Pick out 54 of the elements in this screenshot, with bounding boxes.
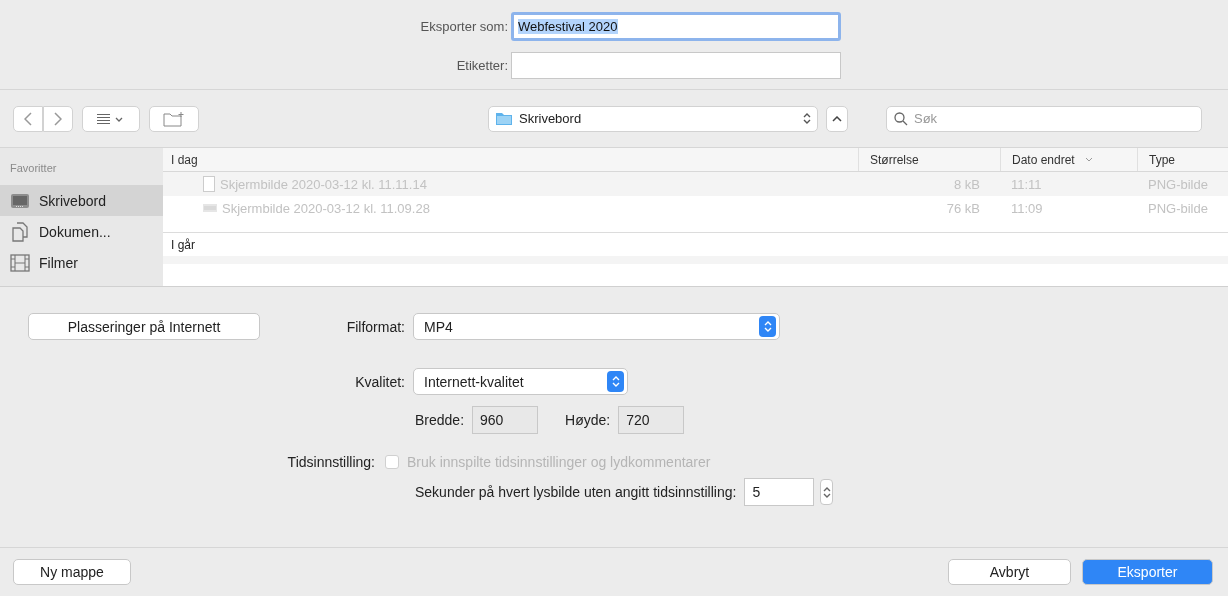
search-field[interactable]: Søk <box>886 105 1202 132</box>
documents-icon <box>10 221 30 242</box>
field-label: Høyde: <box>565 412 611 428</box>
sidebar-item[interactable]: Filmer <box>0 247 163 278</box>
stepper-icon <box>611 375 620 388</box>
file-size: 76 kB <box>945 200 981 216</box>
field-label: Sekunder på hvert lysbilde uten angitt tidsinnstilling: <box>415 484 737 500</box>
quality-dropdown[interactable]: Internett-kvalitet <box>413 368 628 395</box>
seconds-field[interactable]: 5 <box>744 478 815 506</box>
view-options-button[interactable] <box>82 105 140 132</box>
file-date: 11:09 <box>1010 200 1044 216</box>
file-format-dropdown[interactable]: MP4 <box>413 313 780 340</box>
sidebar-item[interactable]: Skrivebord <box>0 185 163 216</box>
location-dropdown[interactable]: Skrivebord <box>488 105 818 132</box>
stepper-button[interactable] <box>820 479 834 505</box>
field-label: Kvalitet: <box>354 373 405 390</box>
back-button[interactable] <box>13 105 43 132</box>
film-icon <box>10 253 30 272</box>
internet-locations-button[interactable]: Plasseringer på Internett <box>28 313 260 340</box>
field-label: Tidsinnstilling: <box>286 454 375 470</box>
stepper-icon <box>803 112 811 125</box>
column-header[interactable]: Dato endret <box>1000 148 1137 171</box>
column-header[interactable]: Type <box>1137 148 1228 171</box>
sidebar-item[interactable]: Dokumen... <box>0 216 163 247</box>
width-field[interactable]: 960 <box>472 406 539 434</box>
text-field[interactable] <box>511 52 841 79</box>
forward-button[interactable] <box>43 105 73 132</box>
cancel-button[interactable]: Avbryt <box>948 559 1071 585</box>
sort-caret-icon <box>1084 157 1093 162</box>
export-button[interactable]: Eksporter <box>1082 559 1213 585</box>
image-thumbnail-icon <box>203 204 217 212</box>
new-folder-icon <box>163 110 185 127</box>
field-label: Bredde: <box>415 412 465 428</box>
search-icon <box>894 111 908 126</box>
field-label: Eksporter som: <box>419 19 508 34</box>
height-field[interactable]: 720 <box>618 406 685 434</box>
new-folder-button[interactable]: Ny mappe <box>13 559 131 585</box>
text-field[interactable]: Webfestival 2020 <box>511 12 841 41</box>
group-header: I dag <box>170 151 199 169</box>
stepper-icon <box>822 485 831 499</box>
stepper-icon <box>763 320 772 333</box>
file-type: PNG-bilde <box>1147 200 1209 216</box>
desktop-icon <box>10 192 30 209</box>
folder-icon <box>495 111 513 126</box>
sidebar-heading: Favoritter <box>9 162 58 176</box>
field-label: Filformat: <box>345 318 405 335</box>
field-label: Etiketter: <box>455 58 508 73</box>
file-icon <box>203 176 215 192</box>
up-button[interactable] <box>826 105 848 132</box>
chevron-up-icon <box>832 115 842 122</box>
back-icon <box>24 111 32 126</box>
new-folder-button[interactable] <box>149 105 199 132</box>
column-header[interactable]: Størrelse <box>858 148 1000 171</box>
forward-icon <box>54 111 62 126</box>
